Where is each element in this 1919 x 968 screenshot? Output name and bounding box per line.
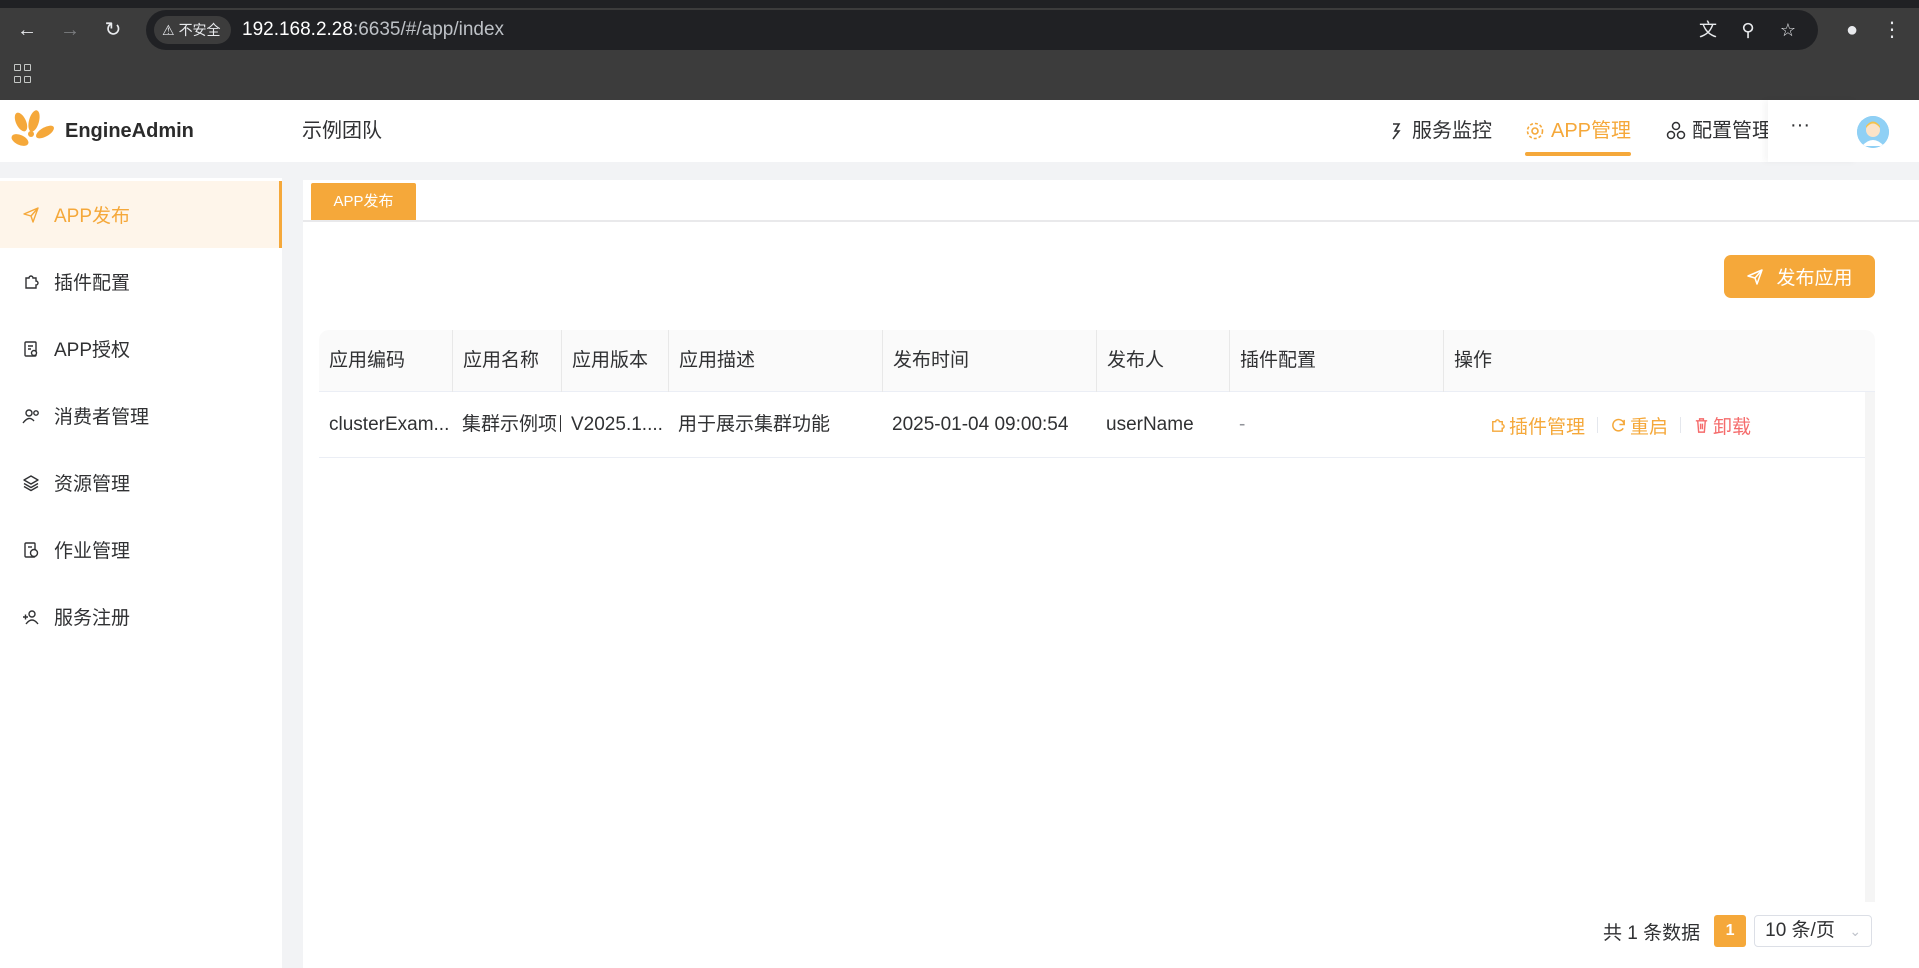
cell-publish-time: 2025-01-04 09:00:54	[892, 414, 1069, 435]
cell-name: 集群示例项目	[462, 414, 561, 435]
user-avatar-icon	[1857, 116, 1889, 148]
sidebar-item-label: APP发布	[54, 206, 131, 227]
restart-link[interactable]: 重启	[1610, 412, 1668, 439]
tab-bar: APP发布	[303, 180, 1919, 222]
puzzle-icon	[25, 274, 39, 289]
topnav-app-management[interactable]: APP管理	[1525, 100, 1632, 162]
action-divider	[1597, 417, 1599, 433]
column-header-code: 应用编码	[329, 350, 406, 371]
brand-name: EngineAdmin	[65, 120, 194, 142]
translate-icon[interactable]: 文	[1694, 16, 1722, 44]
row-actions: 插件管理 重启 卸载	[1489, 392, 1751, 458]
sidebar-item-label: 作业管理	[54, 541, 131, 562]
sidebar: APP发布 插件配置 APP授权 消费者管理 资源管理 作业管理 服务注册	[0, 178, 282, 968]
sidebar-item-service-registration[interactable]: 服务注册	[0, 583, 282, 650]
refresh-icon	[1612, 418, 1625, 432]
uninstall-link[interactable]: 卸载	[1693, 412, 1751, 439]
plugin-management-link[interactable]: 插件管理	[1489, 412, 1585, 439]
reload-icon[interactable]: ↻	[97, 14, 129, 46]
restart-label: 重启	[1630, 416, 1669, 438]
tab-app-publish[interactable]: APP发布	[311, 183, 416, 220]
cell-version: V2025.1....	[571, 414, 663, 435]
column-header-version: 应用版本	[561, 330, 668, 392]
sidebar-item-label: 消费者管理	[54, 407, 150, 428]
url-path: :6635/#/app/index	[352, 19, 505, 40]
plugin-management-label: 插件管理	[1509, 416, 1586, 438]
table-header: 应用编码 应用名称 应用版本 应用描述 发布时间 发布人 插件配置 操作	[319, 330, 1875, 392]
cell-code: clusterExam...	[329, 414, 450, 435]
cluster-icon	[1666, 121, 1686, 140]
pagination: 共 1 条数据 1 10 条/页 ⌄	[1603, 915, 1873, 947]
team-name[interactable]: 示例团队	[302, 100, 382, 162]
back-icon[interactable]: ←	[11, 14, 43, 46]
zoom-icon[interactable]: ⚲	[1734, 16, 1762, 44]
page-size-select[interactable]: 10 条/页 ⌄	[1754, 915, 1873, 947]
app-table: 应用编码 应用名称 应用版本 应用描述 发布时间 发布人 插件配置 操作 clu…	[319, 330, 1875, 458]
cell-publisher: userName	[1106, 414, 1194, 435]
topnav-label: APP管理	[1551, 120, 1632, 142]
pagination-page-1[interactable]: 1	[1714, 915, 1747, 947]
sidebar-item-app-license[interactable]: APP授权	[0, 315, 282, 382]
user-gear-icon	[22, 408, 39, 423]
send-icon	[1747, 268, 1764, 285]
publish-app-label: 发布应用	[1776, 268, 1853, 289]
table-row: clusterExam... 集群示例项目 V2025.1.... 用于展示集群…	[319, 392, 1875, 458]
apps-grid-icon[interactable]	[14, 64, 34, 84]
more-menu-button[interactable]: ···	[1768, 100, 1858, 162]
pagination-total: 共 1 条数据	[1603, 922, 1701, 944]
url-host: 192.168.2.28	[242, 19, 353, 40]
action-divider	[1680, 417, 1682, 433]
cell-description: 用于展示集群功能	[678, 414, 831, 435]
column-header-name: 应用名称	[452, 330, 561, 392]
browser-tab-strip	[0, 0, 1919, 8]
license-icon	[24, 340, 38, 357]
sidebar-item-plugin-config[interactable]: 插件配置	[0, 248, 282, 315]
sidebar-item-resource-management[interactable]: 资源管理	[0, 449, 282, 516]
column-header-publish-time: 发布时间	[882, 330, 1096, 392]
profile-icon[interactable]: ●	[1836, 14, 1868, 46]
column-header-actions: 操作	[1443, 330, 1875, 392]
topnav-service-monitor[interactable]: 服务监控	[1386, 100, 1492, 162]
table-scrollbar[interactable]	[1865, 392, 1875, 902]
cell-plugin-config: -	[1239, 414, 1246, 435]
trash-icon	[1695, 417, 1708, 433]
insecure-label: 不安全	[178, 22, 221, 38]
sidebar-item-label: APP授权	[54, 340, 131, 361]
topnav-label: 配置管理	[1692, 120, 1772, 142]
sidebar-item-label: 插件配置	[54, 273, 131, 294]
layers-icon	[23, 474, 39, 491]
page-size-value: 10 条/页	[1765, 920, 1835, 941]
forward-icon[interactable]: →	[54, 14, 86, 46]
publish-app-button[interactable]: 发布应用	[1724, 255, 1875, 298]
site-info-chip[interactable]: ⚠ 不安全	[154, 16, 231, 44]
monitor-icon	[1392, 123, 1401, 140]
sidebar-item-label: 资源管理	[54, 474, 131, 495]
topnav-config-management[interactable]: 配置管理	[1666, 100, 1772, 162]
column-header-description: 应用描述	[668, 330, 882, 392]
gear-icon	[1526, 122, 1544, 140]
main-panel: APP发布 发布应用 应用编码 应用名称 应用版本 应用描述 发布时间 发布人 …	[303, 180, 1919, 968]
chevron-down-icon: ⌄	[1849, 923, 1862, 939]
send-icon	[23, 206, 39, 223]
browser-menu-icon[interactable]: ⋮	[1876, 14, 1908, 46]
topnav-label: 服务监控	[1412, 120, 1492, 142]
address-bar[interactable]: ⚠ 不安全 192.168.2.28:6635/#/app/index 文 ⚲ …	[146, 10, 1818, 50]
puzzle-icon	[1492, 418, 1505, 432]
uninstall-label: 卸载	[1713, 416, 1752, 438]
bookmark-star-icon[interactable]: ☆	[1774, 16, 1802, 44]
job-icon	[24, 541, 39, 558]
warning-icon: ⚠	[162, 22, 175, 38]
browser-chrome: ← → ↻ ⚠ 不安全 192.168.2.28:6635/#/app/inde…	[0, 0, 1919, 100]
user-add-icon	[23, 609, 39, 624]
avatar[interactable]	[1857, 116, 1889, 148]
sidebar-item-job-management[interactable]: 作业管理	[0, 516, 282, 583]
sidebar-item-app-publish[interactable]: APP发布	[0, 181, 282, 248]
sidebar-item-consumer-management[interactable]: 消费者管理	[0, 382, 282, 449]
sidebar-item-label: 服务注册	[54, 608, 131, 629]
logo-icon	[11, 110, 54, 146]
column-header-plugin-config: 插件配置	[1229, 330, 1443, 392]
column-header-publisher: 发布人	[1096, 330, 1229, 392]
app-header: EngineAdmin 示例团队 服务监控 APP管理 配置管理 ···	[0, 100, 1919, 162]
url-text[interactable]: 192.168.2.28:6635/#/app/index	[242, 10, 504, 50]
